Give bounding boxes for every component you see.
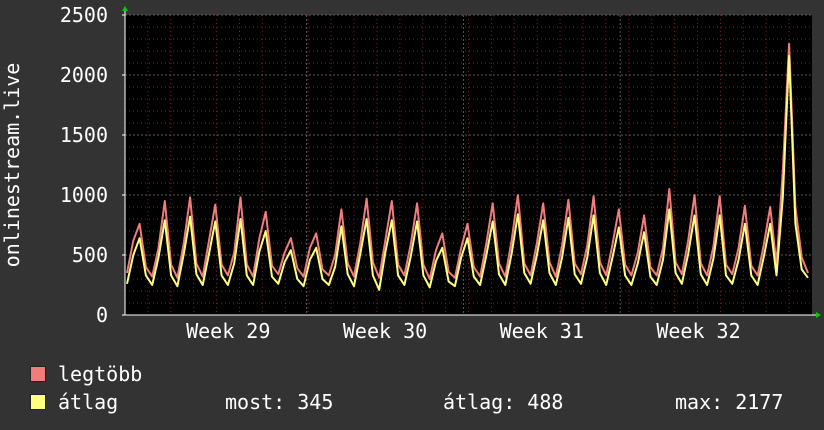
x-tick-label: Week 30 <box>343 319 427 340</box>
x-tick-label: Week 29 <box>186 319 270 340</box>
stat-current: most: 345 <box>225 390 334 414</box>
y-axis-label: onlinestream.live <box>0 63 24 268</box>
legend-label-avg: átlag <box>58 390 119 414</box>
rrd-line-chart: 05001000150020002500 Week 29 Week 30 Week … <box>0 3 821 340</box>
chart-panel: 0 500 1000 1500 2000 2500 Week 29 Week 30 Week … <box>0 0 824 430</box>
x-axis-arrow <box>816 312 821 318</box>
x-tick-label: Week 32 <box>656 319 740 340</box>
y-axis-arrow <box>122 6 128 11</box>
y-tick-label: 0 <box>96 303 108 327</box>
x-tick-labels: Week 29 Week 30 Week 31 Week 32 <box>186 319 741 340</box>
legend-item-avg: átlag <box>30 390 118 414</box>
y-tick-label: 500 <box>72 243 108 267</box>
y-tick-label: 1500 <box>60 123 108 147</box>
legend-label-max: legtöbb <box>58 362 143 386</box>
y-tick-label: 2500 <box>60 3 108 27</box>
legend-swatch-avg <box>30 394 46 410</box>
stat-average: átlag: 488 <box>443 390 564 414</box>
y-tick-label: 1000 <box>60 183 108 207</box>
legend-swatch-max <box>30 366 46 382</box>
x-tick-label: Week 31 <box>500 319 584 340</box>
y-tick-labels: 0 500 1000 1500 2000 2500 <box>60 3 125 327</box>
y-tick-label: 2000 <box>60 63 108 87</box>
legend-item-max: legtöbb <box>30 362 142 386</box>
stat-maximum: max: 2177 <box>675 390 784 414</box>
